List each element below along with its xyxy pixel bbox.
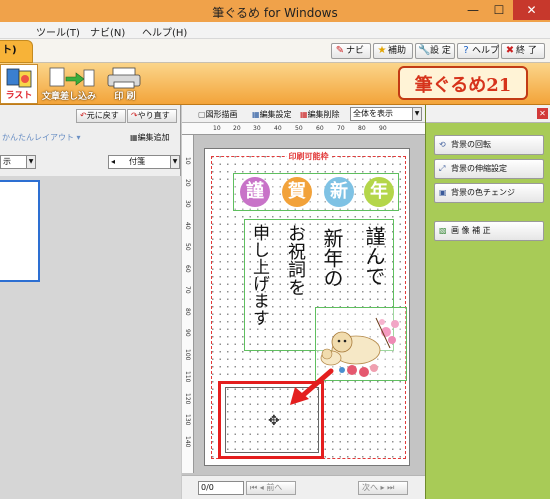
assist-button[interactable]: ★ 補助 [373, 43, 413, 59]
panel-close-icon[interactable]: ✕ [537, 108, 548, 119]
frame-delete-button[interactable]: ▦編集削除 [300, 109, 340, 120]
undo-icon: ↶ [80, 111, 87, 120]
page-indicator: 0/0 [198, 481, 244, 495]
color-change-icon: ▣ [439, 188, 447, 197]
minimize-button[interactable]: — [460, 0, 486, 20]
close-button[interactable]: ✕ [513, 0, 550, 20]
next-icon: ▸ [380, 483, 385, 492]
help-button[interactable]: ? ヘルプ [457, 43, 499, 59]
exit-button[interactable]: ✖ 終 了 [501, 43, 545, 59]
editor-toolbar: ▢図形描画 ▦編集設定 ▦編集削除 全体を表示 ▼ [182, 105, 425, 123]
navi-button[interactable]: ✎ ナビ [331, 43, 371, 59]
shape-draw-button[interactable]: ▢図形描画 [198, 109, 238, 120]
next-page-button[interactable]: 次へ ▸ ⏭ [358, 481, 408, 495]
menu-navi[interactable]: ナビ(N) [90, 24, 125, 39]
ruler-vertical: 10 20 30 40 50 60 70 80 90 100 110 120 1… [182, 135, 194, 473]
sticky-select[interactable]: ◂ 付箋 ▼ [108, 155, 180, 169]
resize-icon: ⤢ [439, 164, 446, 173]
easy-layout-button[interactable]: かんたんレイアウト ▾ [2, 132, 81, 143]
thumbnail-selected[interactable] [0, 180, 40, 282]
right-panel: ✕ ⟲ 背景の回転 ⤢ 背景の伸縮設定 ▣ 背景の色チェンジ ▧ 画 像 補 正 [425, 105, 550, 499]
new-year-title-frame[interactable]: 謹 賀 新 年 [233, 173, 399, 211]
greeting-line-4: 申し上げます [249, 224, 269, 326]
move-cursor-icon: ✥ [268, 413, 280, 429]
prev-page-button[interactable]: ⏮ ◂ 前へ [246, 481, 296, 495]
background-resize-button[interactable]: ⤢ 背景の伸縮設定 [434, 159, 544, 179]
greeting-line-2: 新年の [320, 228, 344, 288]
title-bar: 筆ぐるめ for Windows — ☐ ✕ [0, 0, 550, 22]
first-page-icon: ⏮ [250, 483, 258, 492]
chevron-down-icon: ▼ [412, 108, 421, 120]
maximize-button[interactable]: ☐ [486, 0, 512, 20]
editor-status-bar: 0/0 ⏮ ◂ 前へ 次へ ▸ ⏭ [182, 475, 425, 499]
redo-button[interactable]: ↷やり直す [127, 109, 177, 123]
chevron-left-icon: ◂ [111, 157, 116, 166]
exit-icon: ✖ [505, 45, 515, 56]
menu-help[interactable]: ヘルプ(H) [142, 24, 187, 39]
question-icon: ? [463, 45, 469, 56]
image-adjust-icon: ▧ [439, 226, 447, 235]
redo-icon: ↷ [131, 111, 138, 120]
zoom-select[interactable]: 全体を表示 ▼ [350, 107, 422, 121]
text-merge-button[interactable]: 文章差し込み [40, 64, 98, 104]
illust-mode-button[interactable]: ラスト [0, 64, 38, 104]
last-page-icon: ⏭ [387, 483, 395, 492]
chevron-down-icon: ▼ [26, 156, 35, 168]
image-adjust-button[interactable]: ▧ 画 像 補 正 [434, 221, 544, 241]
ruler-horizontal: 10 20 30 40 50 60 70 80 90 [182, 123, 425, 135]
frame-delete-icon: ▦ [300, 110, 308, 119]
char-circle-4: 年 [364, 177, 394, 207]
view-select[interactable]: 示 ▼ [0, 155, 36, 169]
red-arrow-icon [290, 368, 334, 405]
print-area-label: 印刷可能枠 [286, 152, 331, 161]
undo-button[interactable]: ↶元に戻す [76, 109, 126, 123]
mode-tab-bar: ト) ✎ ナビ ★ 補助 🔧設 定 ? ヘルプ ✖ 終 了 [0, 39, 550, 63]
char-circle-2: 賀 [282, 177, 312, 207]
left-panel: ↶元に戻す ↷やり直す かんたんレイアウト ▾ ▦編集追加 示 ▼ ◂ 付箋 ▼ [0, 105, 181, 499]
tab-active[interactable]: ト) [0, 40, 33, 63]
wrench-icon: 🔧 [418, 45, 431, 56]
shape-icon: ▢ [198, 110, 206, 119]
rotate-icon: ⟲ [439, 140, 446, 149]
editor-area: ▢図形描画 ▦編集設定 ▦編集削除 全体を表示 ▼ 10 20 30 40 50… [182, 105, 425, 499]
background-rotate-button[interactable]: ⟲ 背景の回転 [434, 135, 544, 155]
postcard-canvas[interactable]: 印刷可能枠 謹 賀 新 年 謹んで 新年の お祝詞を 申し上げます ✥ [204, 148, 410, 466]
prev-icon: ◂ [259, 483, 264, 492]
chevron-down-icon: ▼ [170, 156, 179, 168]
settings-button[interactable]: 🔧設 定 [415, 43, 455, 59]
app-logo: 筆ぐるめ21 [398, 66, 528, 100]
greeting-line-1: 謹んで [362, 226, 386, 286]
magic-wand-icon: ✎ [335, 45, 345, 56]
menu-bar: ツール(T) ナビ(N) ヘルプ(H) [0, 22, 550, 39]
char-circle-1: 謹 [240, 177, 270, 207]
print-button[interactable]: 印 刷 [100, 64, 150, 104]
menu-tools[interactable]: ツール(T) [36, 24, 80, 39]
add-frame-icon: ▦ [130, 133, 138, 142]
char-circle-3: 新 [324, 177, 354, 207]
add-frame-button[interactable]: ▦編集追加 [130, 132, 170, 143]
star-icon: ★ [377, 45, 387, 56]
greeting-line-3: お祝詞を [285, 224, 306, 296]
background-color-change-button[interactable]: ▣ 背景の色チェンジ [434, 183, 544, 203]
frame-setting-icon: ▦ [252, 110, 260, 119]
document-merge-icon [49, 67, 95, 87]
printer-icon [107, 67, 141, 89]
thumbnail-list[interactable] [0, 176, 181, 499]
frame-setting-button[interactable]: ▦編集設定 [252, 109, 292, 120]
